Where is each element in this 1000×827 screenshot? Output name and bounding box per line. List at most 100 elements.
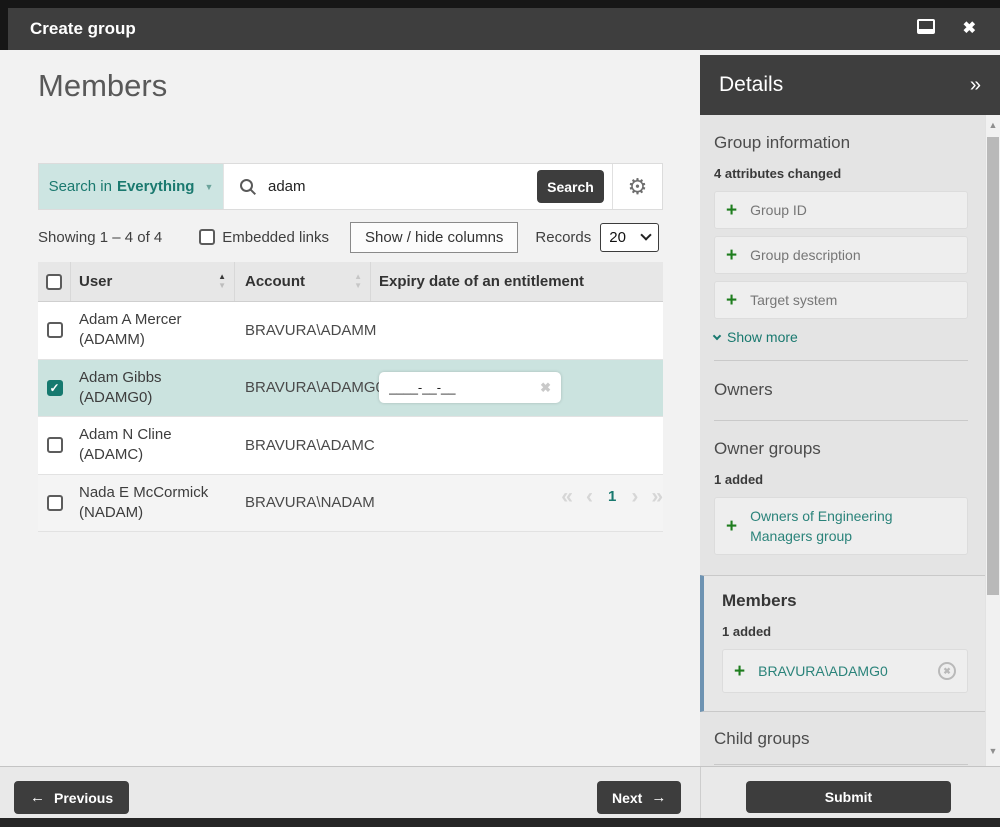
scrollbar-thumb[interactable] <box>987 137 999 595</box>
column-header-account[interactable]: Account ▲▼ <box>235 262 371 301</box>
last-page-icon[interactable]: » <box>651 486 663 507</box>
row-checkbox-checked[interactable]: ✓ <box>47 380 63 396</box>
plus-icon: + <box>726 517 737 536</box>
titlebar: Create group ✖ <box>0 8 1000 50</box>
search-scope-prefix: Search in <box>49 178 112 195</box>
select-all-checkbox[interactable] <box>46 274 62 290</box>
details-title: Details <box>719 73 783 97</box>
section-title-owner-groups: Owner groups <box>714 439 968 459</box>
close-icon[interactable]: ✖ <box>963 21 976 37</box>
user-cell: Adam N Cline (ADAMC) <box>71 417 235 474</box>
chevron-down-icon <box>713 331 721 339</box>
attribute-card: + Target system <box>714 281 968 319</box>
attribute-card: + Group description <box>714 236 968 274</box>
account-cell: BRAVURA\ADAMG0 <box>235 379 371 396</box>
members-section-active: Members 1 added + BRAVURA\ADAMG0 ✖ <box>700 575 985 712</box>
expiry-cell: ✖ <box>371 372 663 403</box>
plus-icon: + <box>726 201 737 220</box>
owner-groups-added-count: 1 added <box>714 472 968 487</box>
previous-page-icon[interactable]: ‹ <box>586 486 593 507</box>
previous-button[interactable]: ← Previous <box>14 781 129 814</box>
account-cell: BRAVURA\ADAMC <box>235 437 371 454</box>
owner-group-card: + Owners of Engineering Managers group <box>714 497 968 555</box>
attribute-label: Group ID <box>750 202 807 218</box>
first-page-icon[interactable]: « <box>561 486 573 507</box>
account-cell: BRAVURA\ADAMM <box>235 322 371 339</box>
user-cell: Adam A Mercer (ADAMM) <box>71 302 235 359</box>
show-hide-columns-button[interactable]: Show / hide columns <box>350 222 518 253</box>
pagination: « ‹ 1 › » <box>38 486 663 507</box>
window-frame-bottom <box>0 818 1000 827</box>
expiry-date-input[interactable] <box>389 380 540 395</box>
member-card: + BRAVURA\ADAMG0 ✖ <box>722 649 968 693</box>
section-title-child-groups: Child groups <box>714 729 968 749</box>
search-input[interactable] <box>268 178 526 195</box>
next-page-icon[interactable]: › <box>631 486 638 507</box>
table-header-row: User ▲▼ Account ▲▼ Expiry date of an ent… <box>38 262 663 302</box>
attributes-changed-count: 4 attributes changed <box>714 166 968 181</box>
showing-count: Showing 1 – 4 of 4 <box>38 229 162 246</box>
submit-button[interactable]: Submit <box>746 781 951 813</box>
scroll-down-icon[interactable]: ▼ <box>986 746 1000 756</box>
table-row: Adam N Cline (ADAMC) BRAVURA\ADAMC <box>38 417 663 475</box>
details-panel-body: Group information 4 attributes changed +… <box>700 115 985 766</box>
search-settings-button[interactable]: ⚙ <box>613 164 662 209</box>
table-row-selected: ✓ Adam Gibbs (ADAMG0) BRAVURA\ADAMG0 ✖ <box>38 360 663 418</box>
user-cell: Adam Gibbs (ADAMG0) <box>71 360 235 417</box>
search-scope-dropdown[interactable]: Search in Everything ▼ <box>39 164 223 209</box>
footer-divider <box>700 767 701 818</box>
show-more-link[interactable]: Show more <box>714 329 968 345</box>
row-checkbox[interactable] <box>47 322 63 338</box>
gear-icon: ⚙ <box>628 176 648 198</box>
members-added-count: 1 added <box>722 624 968 639</box>
results-toolbar: Showing 1 – 4 of 4 Embedded links Show /… <box>38 221 663 253</box>
embedded-links-checkbox[interactable]: Embedded links <box>199 229 329 246</box>
collapse-panel-icon[interactable]: » <box>970 74 981 97</box>
clear-date-icon[interactable]: ✖ <box>540 380 551 396</box>
section-title-members: Members <box>722 591 968 611</box>
plus-icon: + <box>726 291 737 310</box>
table-row: Adam A Mercer (ADAMM) BRAVURA\ADAMM <box>38 302 663 360</box>
checkbox-icon <box>199 229 215 245</box>
plus-icon: + <box>726 246 737 265</box>
next-button[interactable]: Next → <box>597 781 681 814</box>
search-button[interactable]: Search <box>537 170 604 203</box>
arrow-left-icon: ← <box>30 790 45 805</box>
section-title-owners: Owners <box>714 380 968 400</box>
remove-member-icon[interactable]: ✖ <box>938 662 956 680</box>
attribute-label: Target system <box>750 292 837 308</box>
search-bar: Search in Everything ▼ Search ⚙ <box>38 163 663 210</box>
records-per-page-select[interactable]: 20 <box>600 223 659 252</box>
scroll-up-icon[interactable]: ▲ <box>986 120 1000 130</box>
row-checkbox[interactable] <box>47 437 63 453</box>
attribute-label: Group description <box>750 247 861 263</box>
section-divider <box>714 764 968 765</box>
select-all-cell <box>38 262 71 301</box>
attribute-card: + Group ID <box>714 191 968 229</box>
caret-down-icon: ▼ <box>204 182 213 192</box>
page-title: Members <box>38 68 167 104</box>
column-header-user[interactable]: User ▲▼ <box>71 262 235 301</box>
current-page[interactable]: 1 <box>608 488 616 505</box>
records-value: 20 <box>609 229 626 246</box>
member-link[interactable]: BRAVURA\ADAMG0 <box>758 661 888 681</box>
section-divider <box>714 360 968 361</box>
section-divider <box>714 420 968 421</box>
embedded-links-label: Embedded links <box>222 229 329 246</box>
chevron-down-icon <box>641 229 652 240</box>
sort-icon: ▲▼ <box>354 273 362 290</box>
maximize-button[interactable] <box>917 19 935 39</box>
create-group-dialog: Create group ✖ Members Search in Everyth… <box>0 0 1000 827</box>
search-field: Search <box>223 164 612 209</box>
owner-group-link[interactable]: Owners of Engineering Managers group <box>750 506 956 547</box>
maximize-icon <box>917 19 935 34</box>
search-scope-value: Everything <box>117 178 195 195</box>
arrow-right-icon: → <box>651 790 666 805</box>
details-scrollbar[interactable]: ▲ ▼ <box>985 115 1000 766</box>
window-title: Create group <box>30 19 136 39</box>
footer-bar: ← Previous Next → Submit <box>0 766 1000 818</box>
section-title-group-information: Group information <box>714 133 968 153</box>
window-frame-top <box>0 0 1000 8</box>
expiry-date-input-wrap: ✖ <box>379 372 561 403</box>
sort-icon: ▲▼ <box>218 273 226 290</box>
